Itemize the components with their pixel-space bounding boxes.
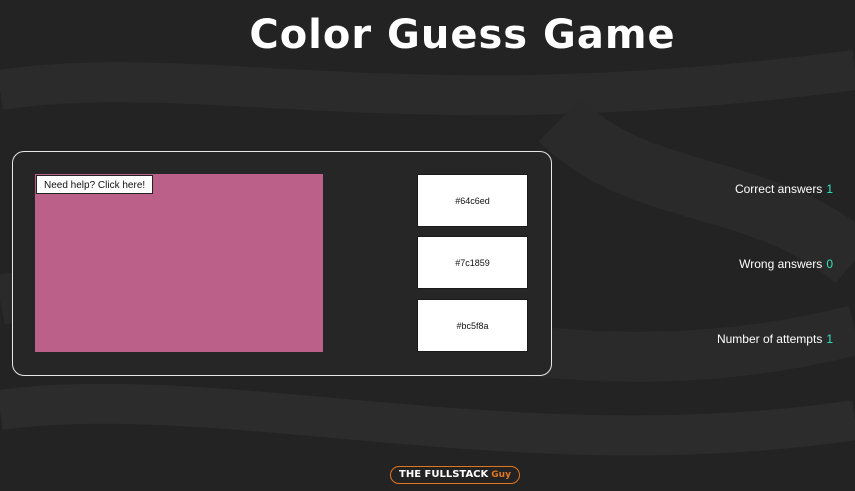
wrong-answers-stat: Wrong answers 0: [739, 257, 833, 271]
color-option-1[interactable]: #64c6ed: [417, 174, 528, 227]
help-button[interactable]: Need help? Click here!: [36, 175, 154, 194]
brand-main-text: THE FULLSTACK: [399, 469, 489, 480]
wrong-answers-value: 0: [826, 257, 833, 271]
attempts-stat: Number of attempts 1: [717, 332, 833, 346]
correct-answers-value: 1: [826, 182, 833, 196]
page-title: Color Guess Game: [249, 12, 676, 58]
color-option-2[interactable]: #7c1859: [417, 236, 528, 289]
correct-answers-label: Correct answers: [734, 182, 823, 196]
wrong-answers-label: Wrong answers: [739, 257, 823, 271]
brand-accent-text: Guy: [491, 470, 511, 480]
attempts-label: Number of attempts: [716, 332, 823, 346]
attempts-value: 1: [826, 332, 833, 346]
correct-answers-stat: Correct answers 1: [735, 182, 833, 196]
color-option-3[interactable]: #bc5f8a: [417, 299, 528, 352]
color-swatch: [35, 174, 323, 352]
brand-logo: THE FULLSTACK Guy: [390, 466, 520, 484]
game-card: Need help? Click here! #64c6ed #7c1859 #…: [12, 151, 552, 376]
